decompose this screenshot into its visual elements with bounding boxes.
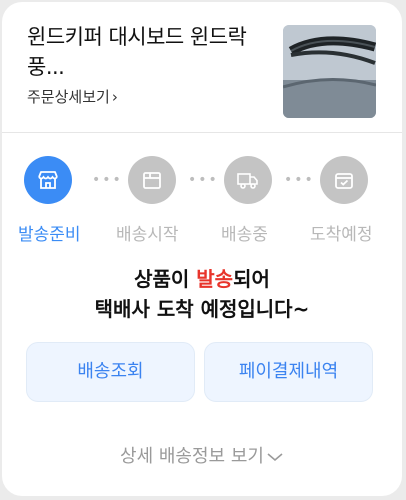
detail-delivery-label: 상세 배송정보 보기	[120, 446, 264, 467]
check-box-icon	[320, 156, 368, 204]
product-title[interactable]: 윈드키퍼 대시보드 윈드락 풍...	[27, 22, 267, 82]
order-detail-link[interactable]: 주문상세보기 ›	[27, 86, 118, 107]
detail-delivery-info-toggle[interactable]: 상세 배송정보 보기	[2, 442, 402, 468]
progress-dots: •••	[188, 172, 219, 188]
tracking-button[interactable]: 배송조회	[26, 342, 195, 402]
box-icon	[128, 156, 176, 204]
order-detail-label: 주문상세보기	[27, 88, 110, 106]
step-label-arrival: 도착예정	[310, 225, 373, 245]
progress-dots: •••	[92, 172, 123, 188]
product-image	[283, 25, 376, 118]
product-summary: 윈드키퍼 대시보드 윈드락 풍... 주문상세보기 ›	[2, 2, 402, 133]
status-message: 상품이 발송되어 택배사 도착 예정입니다~	[2, 264, 402, 324]
progress-dots: •••	[284, 172, 315, 188]
delivery-progress: ••• ••• ••• 발송준비 배송시작 배송중 도착예정	[2, 156, 402, 246]
step-label-start: 배송시작	[116, 225, 179, 245]
step-label-ready: 발송준비	[18, 225, 81, 245]
truck-icon	[224, 156, 272, 204]
step-label-in-transit: 배송중	[221, 225, 268, 245]
store-icon	[24, 156, 72, 204]
payment-history-button[interactable]: 페이결제내역	[204, 342, 373, 402]
chevron-right-icon: ›	[111, 88, 118, 106]
status-line-1: 상품이 발송되어	[134, 267, 270, 291]
status-highlight: 발송	[196, 267, 234, 291]
chevron-down-icon	[267, 453, 283, 462]
product-thumbnail[interactable]	[283, 25, 376, 118]
status-line-2: 택배사 도착 예정입니다~	[94, 297, 310, 321]
order-status-card: 윈드키퍼 대시보드 윈드락 풍... 주문상세보기 › ••• ••• ••• …	[2, 2, 402, 496]
